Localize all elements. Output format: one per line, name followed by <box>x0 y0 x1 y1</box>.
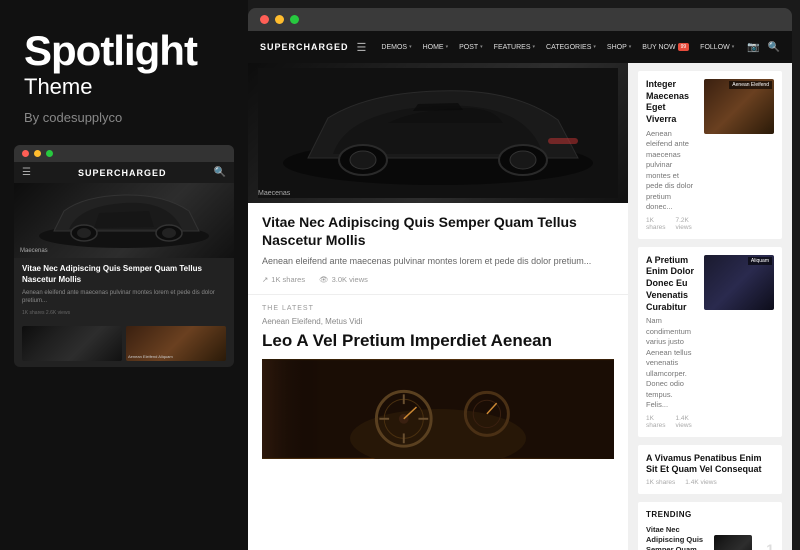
b-dot-yellow <box>275 15 284 24</box>
mini-headline: Vitae Nec Adipiscing Quis Semper Quam Te… <box>22 264 226 285</box>
featured-shares: ↗ 1K shares <box>262 275 305 284</box>
nav-item-follow[interactable]: FOLLOW ▾ <box>695 41 739 53</box>
article-1-meta: 1K shares 7.2K views <box>646 217 696 231</box>
main-area: Maecenas Vitae Nec Adipiscing Quis Sempe… <box>248 63 792 550</box>
featured-views: 👁 3.0K views <box>319 275 368 284</box>
mini-thumb-2: Aenean Eleifend Aliquam <box>126 326 226 361</box>
latest-car-interior-svg <box>262 359 614 459</box>
article-2-thumb: Aliquam <box>704 255 774 310</box>
article-1-excerpt: Aenean eleifend ante maecenas pulvinar m… <box>646 129 696 213</box>
nav-item-demos[interactable]: DEMOS ▾ <box>376 41 416 53</box>
mini-thumb-tag: Aenean Eleifend Aliquam <box>128 354 173 359</box>
featured-excerpt: Aenean eleifend ante maecenas pulvinar m… <box>262 255 614 269</box>
nav-camera-icon[interactable]: 📷 <box>747 42 759 53</box>
site-nav: SUPERCHARGED ☰ DEMOS ▾ HOME ▾ POST ▾ FEA… <box>248 31 792 63</box>
mini-car-svg <box>24 183 224 258</box>
nav-item-shop[interactable]: SHOP ▾ <box>602 41 636 53</box>
browser-chrome <box>248 8 792 31</box>
nav-item-buynow[interactable]: BUY NOW 99 <box>637 41 694 53</box>
nav-items: DEMOS ▾ HOME ▾ POST ▾ FEATURES ▾ CATEGOR… <box>376 41 743 53</box>
trending-1-num: 1 <box>758 541 774 550</box>
b-dot-red <box>260 15 269 24</box>
article-1-thumb: Aenean Eleifend <box>704 79 774 134</box>
article-card-1-body: Integer Maecenas Eget Viverra Aenean ele… <box>646 79 696 231</box>
dot-yellow <box>34 150 41 157</box>
featured-label: Maecenas <box>258 190 290 197</box>
trending-1-text: Vitae Nec Adipiscing Quis Semper Quam Te… <box>646 525 708 550</box>
nav-search-icon[interactable]: 🔍 <box>768 42 780 53</box>
mini-browser: ☰ SUPERCHARGED 🔍 Maecenas Vitae Nec <box>14 145 234 367</box>
article-2-excerpt: Nam condimentum varius justo Aenean tell… <box>646 316 696 411</box>
article-1-title: Integer Maecenas Eget Viverra <box>646 79 696 126</box>
featured-car-svg <box>258 68 618 198</box>
latest-headline: Leo A Vel Pretium Imperdiet Aenean <box>262 330 614 351</box>
latest-label: THE LATEST <box>262 305 614 312</box>
latest-section: THE LATEST Aenean Eleifend, Metus Vidi L… <box>248 294 628 469</box>
nav-hamburger-icon[interactable]: ☰ <box>357 41 367 54</box>
trending-item-1: Vitae Nec Adipiscing Quis Semper Quam Te… <box>646 525 774 550</box>
trending-section: TRENDING Vitae Nec Adipiscing Quis Sempe… <box>638 502 782 550</box>
nav-item-home[interactable]: HOME ▾ <box>418 41 454 53</box>
nav-right: 📷 🔍 <box>747 42 780 53</box>
site-content: SUPERCHARGED ☰ DEMOS ▾ HOME ▾ POST ▾ FEA… <box>248 31 792 550</box>
article-3-meta: 1K shares 1.4K views <box>646 479 774 486</box>
b-dot-green <box>290 15 299 24</box>
article-1-thumb-tag: Aenean Eleifend <box>729 81 772 89</box>
mini-browser-chrome <box>14 145 234 162</box>
brand-subtitle: Theme <box>24 74 224 100</box>
content-left: Maecenas Vitae Nec Adipiscing Quis Sempe… <box>248 63 628 550</box>
left-panel: Spotlight Theme By codesupplyco ☰ SUPERC… <box>0 0 248 550</box>
article-card-3: A Vivamus Penatibus Enim Sit Et Quam Vel… <box>638 445 782 494</box>
article-2-thumb-tag: Aliquam <box>748 257 772 265</box>
nav-item-post[interactable]: POST ▾ <box>454 41 488 53</box>
featured-body: Vitae Nec Adipiscing Quis Semper Quam Te… <box>248 203 628 294</box>
article-2-title: A Pretium Enim Dolor Donec Eu Venenatis … <box>646 255 696 313</box>
mini-logo: SUPERCHARGED <box>78 168 167 178</box>
brand-title: Spotlight <box>24 28 224 74</box>
article-2-meta: 1K shares 1.4K views <box>646 415 696 429</box>
article-card-1: Integer Maecenas Eget Viverra Aenean ele… <box>638 71 782 239</box>
nav-item-categories[interactable]: CATEGORIES ▾ <box>541 41 601 53</box>
mini-hero: Maecenas <box>14 183 234 258</box>
article-3-title: A Vivamus Penatibus Enim Sit Et Quam Vel… <box>646 453 774 476</box>
featured-image: Maecenas <box>248 63 628 203</box>
site-logo: SUPERCHARGED <box>260 42 349 52</box>
featured-meta: ↗ 1K shares 👁 3.0K views <box>262 275 614 284</box>
dot-red <box>22 150 29 157</box>
mini-content: Vitae Nec Adipiscing Quis Semper Quam Te… <box>14 258 234 322</box>
trending-1-img <box>714 535 752 550</box>
latest-byline: Aenean Eleifend, Metus Vidi <box>262 317 614 326</box>
latest-image <box>262 359 614 459</box>
mini-hero-image <box>14 183 234 258</box>
nav-item-features[interactable]: FEATURES ▾ <box>489 41 540 53</box>
mini-thumb-row: Aenean Eleifend Aliquam <box>14 322 234 367</box>
mini-nav: ☰ SUPERCHARGED 🔍 <box>14 162 234 183</box>
article-card-3-body: A Vivamus Penatibus Enim Sit Et Quam Vel… <box>646 453 774 486</box>
trending-title: TRENDING <box>646 510 774 519</box>
brand-by: By codesupplyco <box>24 110 224 125</box>
browser-window: SUPERCHARGED ☰ DEMOS ▾ HOME ▾ POST ▾ FEA… <box>248 8 792 550</box>
content-right: Integer Maecenas Eget Viverra Aenean ele… <box>628 63 792 550</box>
brand-section: Spotlight Theme By codesupplyco <box>0 0 248 145</box>
dot-green <box>46 150 53 157</box>
mini-meta: 1K shares 2.6K views <box>22 310 226 316</box>
mini-hero-label: Maecenas <box>20 248 48 254</box>
mini-excerpt: Aenean eleifend ante maecenas pulvinar m… <box>22 289 226 306</box>
mini-hamburger-icon[interactable]: ☰ <box>22 167 31 178</box>
mini-thumb-1 <box>22 326 122 361</box>
article-card-2-body: A Pretium Enim Dolor Donec Eu Venenatis … <box>646 255 696 429</box>
featured-headline: Vitae Nec Adipiscing Quis Semper Quam Te… <box>262 213 614 249</box>
article-card-2: A Pretium Enim Dolor Donec Eu Venenatis … <box>638 247 782 437</box>
mini-search-icon[interactable]: 🔍 <box>214 167 226 178</box>
